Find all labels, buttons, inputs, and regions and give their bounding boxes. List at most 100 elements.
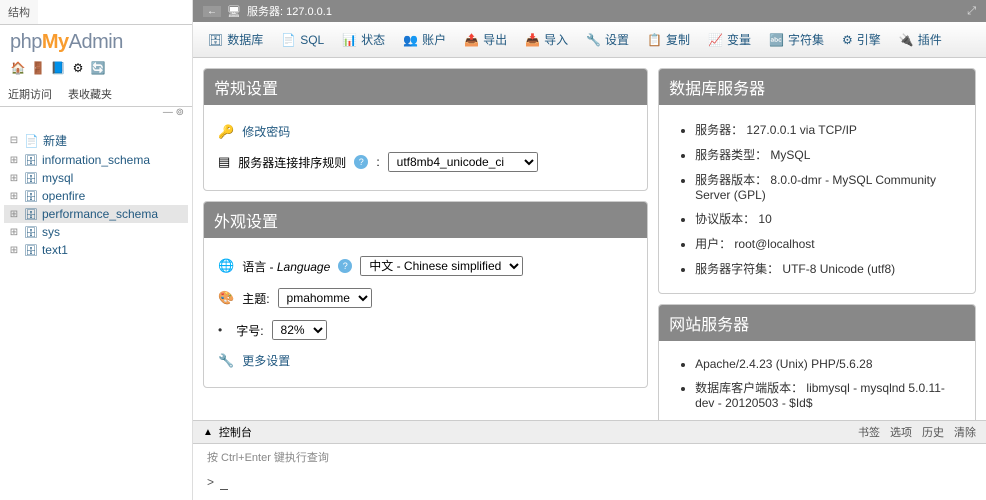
tree-item-db[interactable]: ⊞🗄performance_schema [4, 205, 188, 223]
logout-icon[interactable]: 🚪 [30, 60, 46, 76]
tool-label: 状态 [361, 31, 385, 48]
list-item: 服务器版本： 8.0.0-dmr - MySQL Community Serve… [695, 167, 961, 206]
expand-icon[interactable]: ⊞ [8, 191, 20, 202]
recent-tab[interactable]: 近期访问 [0, 82, 60, 106]
tree-collapse-icon[interactable]: — ⊚ [0, 107, 192, 122]
tool-icon: 🗄 [208, 33, 223, 47]
language-select[interactable]: 中文 - Chinese simplified [360, 256, 523, 276]
tool-label: 字符集 [788, 31, 824, 48]
console-link[interactable]: 清除 [954, 424, 976, 440]
tool-icon: 📋 [647, 33, 662, 47]
font-label: 字号: [236, 322, 263, 339]
console-link[interactable]: 历史 [922, 424, 944, 440]
toolbar-SQL[interactable]: 📄SQL [274, 28, 331, 51]
toolbar-数据库[interactable]: 🗄数据库 [201, 28, 270, 51]
top-toolbar: 🗄数据库📄SQL 📊 状态 👥 账户 📤 导出 📥导入 🔧 设置 📋 复制 📈 变量 🔤 字符集 ⚙引擎🔌插件 [193, 22, 986, 58]
tree-item-db[interactable]: ⊞ 🗄 mysql [4, 169, 188, 187]
database-icon: 🗄 [24, 244, 38, 257]
toolbar-引擎[interactable]: ⚙引擎 [835, 28, 888, 51]
list-item: Apache/2.4.23 (Unix) PHP/5.6.28 [695, 353, 961, 375]
toolbar-状态[interactable]: 📊 状态 [335, 28, 392, 51]
expand-icon[interactable]: ⊞ [8, 209, 20, 220]
tool-icon: 🔤 [769, 33, 784, 47]
key-icon: 🔑 [218, 124, 234, 140]
db-server-panel: 数据库服务器 服务器： 127.0.0.1 via TCP/IP服务器类型： M… [658, 68, 976, 294]
tree-item-db[interactable]: ⊞🗄information_schema [4, 151, 188, 169]
reload-icon[interactable]: 🔄 [90, 60, 106, 76]
new-icon: 📄 [24, 134, 39, 148]
tree-item-db[interactable]: ⊞ 🗄 text1 [4, 241, 188, 259]
tree-item-db[interactable]: ⊞🗄openfire [4, 187, 188, 205]
expand-icon[interactable]: ⊞ [8, 173, 20, 184]
tool-label: 账户 [422, 31, 446, 48]
collapse-nav-icon[interactable]: ← [203, 6, 221, 17]
favorites-tab[interactable]: 表收藏夹 [60, 82, 120, 106]
toolbar-变量[interactable]: 📈 变量 [701, 28, 758, 51]
theme-select[interactable]: pmahomme [278, 288, 372, 308]
tree-item-db[interactable]: ⊞🗄sys [4, 223, 188, 241]
structure-tab[interactable]: 结构 [0, 0, 38, 24]
console-link[interactable]: 选项 [890, 424, 912, 440]
new-database[interactable]: ⊟📄新建 [4, 130, 188, 151]
console-prompt: > [207, 475, 214, 490]
database-tree: ⊟📄新建 ⊞🗄information_schema⊞🗄mysql⊞🗄openfi… [0, 122, 192, 267]
settings-icon[interactable]: ⚙ [70, 60, 86, 76]
tool-label: 设置 [605, 31, 629, 48]
home-icon[interactable]: 🏠 [10, 60, 26, 76]
console-link[interactable]: 书签 [858, 424, 880, 440]
general-settings-panel: 常规设置 🔑 修改密码 ▤ 服务器连接排序规则 ?: utf8mb4_unico… [203, 68, 648, 191]
tool-label: 复制 [666, 31, 690, 48]
database-icon: 🗄 [24, 172, 38, 185]
tool-label: 变量 [727, 31, 751, 48]
toolbar-导入[interactable]: 📥导入 [518, 28, 575, 51]
theme-icon: 🎨 [218, 290, 234, 306]
list-item: 服务器类型： MySQL [695, 142, 961, 167]
help-icon[interactable]: ? [338, 259, 352, 273]
expand-icon[interactable]: ⊞ [8, 155, 20, 166]
server-icon: 🖥 [227, 5, 241, 18]
db-name: openfire [42, 189, 85, 203]
help-icon[interactable]: ? [354, 155, 368, 169]
theme-label: 主题: [242, 290, 269, 307]
toolbar-插件[interactable]: 🔌插件 [892, 28, 949, 51]
quick-icons: 🏠 🚪 📘 ⚙ 🔄 [0, 58, 192, 82]
tool-label: 导出 [483, 31, 507, 48]
language-label: 语言 - Language [242, 258, 330, 275]
change-password-link[interactable]: 修改密码 [242, 123, 290, 140]
server-label: 服务器: 127.0.0.1 [247, 3, 332, 19]
docs-icon[interactable]: 📘 [50, 60, 66, 76]
toolbar-账户[interactable]: 👥 账户 [396, 28, 453, 51]
wrench-icon: 🔧 [218, 353, 234, 369]
db-name: mysql [42, 171, 73, 185]
toolbar-复制[interactable]: 📋 复制 [640, 28, 697, 51]
resize-icon[interactable]: ⤢ [967, 5, 976, 18]
expand-icon[interactable]: ⊞ [8, 245, 20, 256]
console-input[interactable] [220, 475, 228, 490]
toolbar-导出[interactable]: 📤 导出 [457, 28, 514, 51]
tool-icon: 🔧 [586, 33, 601, 47]
db-name: information_schema [42, 153, 150, 167]
font-select[interactable]: 82% [272, 320, 327, 340]
toolbar-设置[interactable]: 🔧 设置 [579, 28, 636, 51]
tool-icon: 📈 [708, 33, 723, 47]
logo: phpMyAdmin [0, 25, 192, 58]
toolbar-字符集[interactable]: 🔤 字符集 [762, 28, 831, 51]
collation-select[interactable]: utf8mb4_unicode_ci [388, 152, 538, 172]
tool-icon: 📤 [464, 33, 479, 47]
tool-icon: 👥 [403, 33, 418, 47]
appearance-settings-panel: 外观设置 🌐 语言 - Language ? 中文 - Chinese simp… [203, 201, 648, 388]
collation-label: 服务器连接排序规则 [238, 154, 346, 171]
panel-title: 数据库服务器 [659, 69, 975, 105]
database-icon: 🗄 [24, 208, 38, 221]
expand-icon[interactable]: ⊞ [8, 227, 20, 238]
collation-icon: ▤ [218, 154, 230, 170]
tool-label: 导入 [544, 31, 568, 48]
list-item: 数据库客户端版本： libmysql - mysqlnd 5.0.11-dev … [695, 375, 961, 414]
list-item: 协议版本： 10 [695, 206, 961, 231]
db-name: text1 [42, 243, 68, 257]
tool-icon: 🔌 [899, 33, 914, 47]
console-toggle-icon[interactable]: ▲ [203, 427, 213, 438]
database-icon: 🗄 [24, 226, 38, 239]
more-settings-link[interactable]: 更多设置 [242, 352, 290, 369]
tool-icon: 📊 [342, 33, 357, 47]
